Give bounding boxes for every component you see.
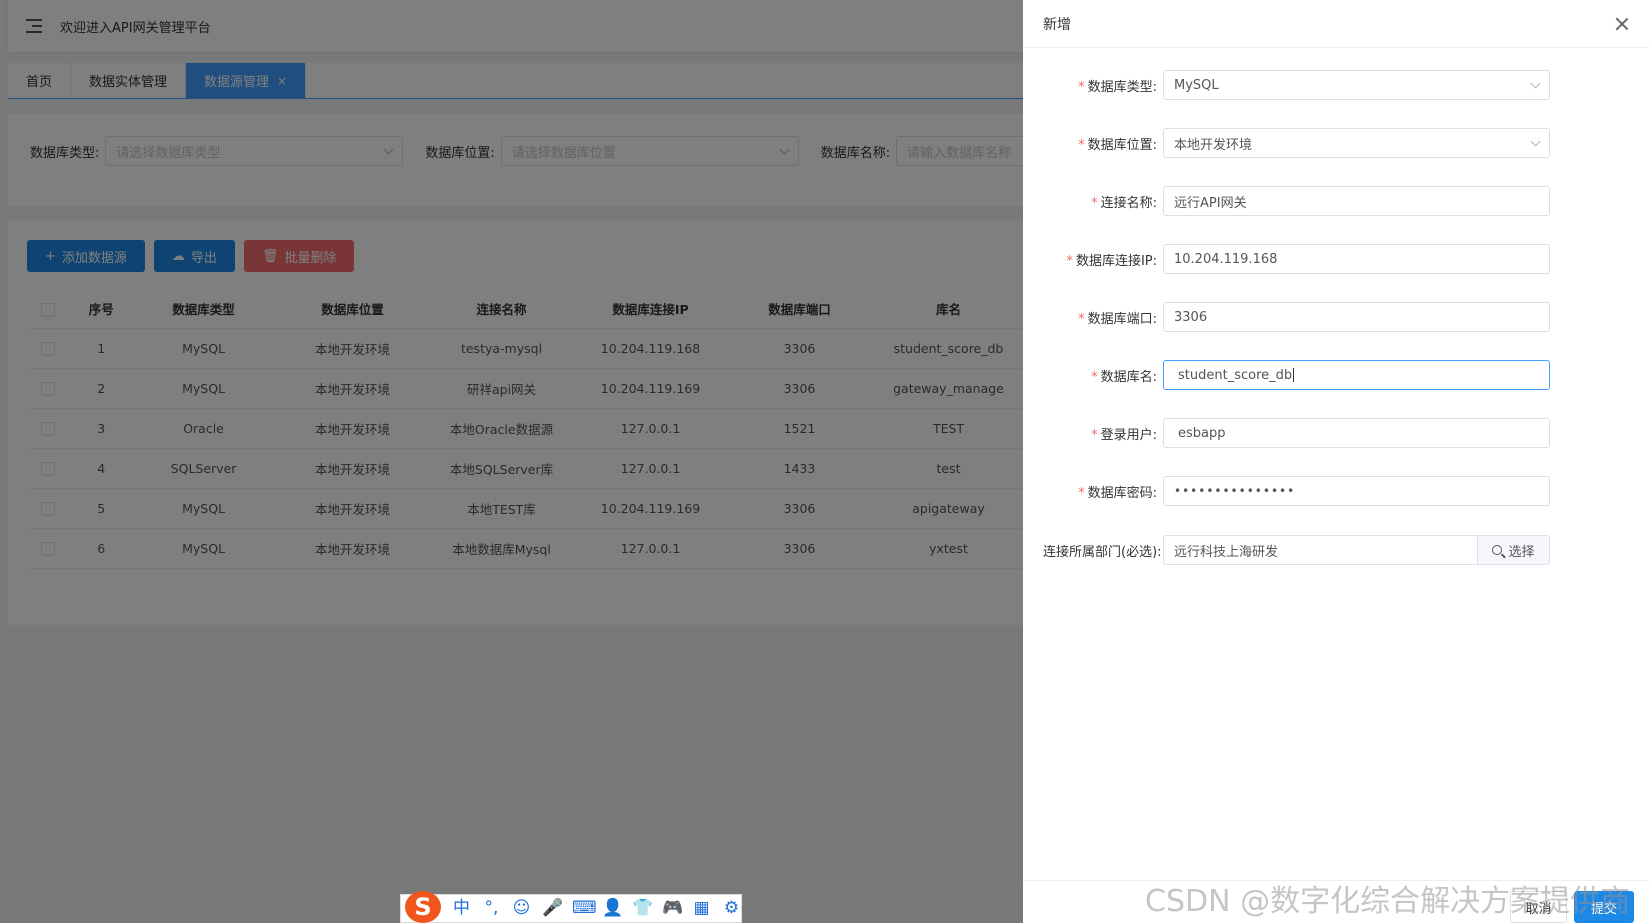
field-label: * 数据库位置: [1078,137,1157,153]
field-label: * 数据库类型: [1078,79,1157,95]
form-row-db-location: * 数据库位置: 本地开发环境 [1043,128,1575,158]
drawer-title: 新增 [1043,16,1071,33]
login-user-input[interactable]: esbapp [1163,418,1550,448]
password-mask: ••••••••••••••• [1174,484,1296,498]
db-port-input[interactable]: 3306 [1163,302,1550,332]
chinese-mode-icon[interactable]: 中 [452,900,471,917]
field-label: * 数据库名: [1091,369,1157,385]
emoji-icon[interactable]: ☺ [512,900,531,917]
db-password-input[interactable]: ••••••••••••••• [1163,476,1550,506]
sogou-logo-icon[interactable]: S [405,890,441,923]
add-datasource-drawer: 新增 * 数据库类型: MySQL * 数据库位置: 本地开发环境 * 连接名称: 远… [1023,0,1649,923]
microphone-icon[interactable]: 🎤 [542,900,563,917]
skin-icon[interactable]: 👕 [632,900,653,917]
text-caret [1293,368,1295,382]
chevron-down-icon [1530,78,1541,88]
form-row-db-port: * 数据库端口: 3306 [1043,302,1575,332]
form-row-db-ip: * 数据库连接IP: 10.204.119.168 [1043,244,1575,274]
dept-input[interactable]: 远行科技上海研发 [1163,535,1477,565]
field-label: * 数据库连接IP: [1066,253,1157,269]
db-name-input[interactable]: student_score_db [1163,360,1550,390]
db-ip-input[interactable]: 10.204.119.168 [1163,244,1550,274]
input-value: 3306 [1174,309,1208,325]
close-icon[interactable] [1615,17,1629,31]
form-row-db-name: * 数据库名: student_score_db [1043,360,1575,390]
punctuation-icon[interactable]: °, [482,900,501,917]
field-label: * 数据库端口: [1078,311,1157,327]
watermark: CSDN @数字化综合解决方案提供商 [1145,884,1631,919]
form-row-dept: 连接所属部门(必选): 远行科技上海研发 选择 [1043,535,1575,565]
chevron-down-icon [1530,136,1541,146]
field-label: 连接所属部门(必选): [1043,544,1162,560]
user-icon[interactable]: 👤 [602,900,623,917]
ime-toolbar: S 中 °, ☺ 🎤 ⌨ 👤 👕 🎮 ▦ ⚙ [400,890,742,923]
db-location-select[interactable]: 本地开发环境 [1163,128,1550,158]
settings-icon[interactable]: ⚙ [722,900,741,917]
button-label: 选择 [1508,544,1535,560]
field-label: * 连接名称: [1091,195,1157,211]
game-icon[interactable]: 🎮 [662,900,683,917]
input-value: student_score_db [1178,367,1295,383]
db-type-select[interactable]: MySQL [1163,70,1550,100]
select-value: MySQL [1174,77,1219,93]
input-value: 远行API网关 [1174,195,1247,211]
keyboard-icon[interactable]: ⌨ [572,900,597,917]
input-value: esbapp [1178,425,1226,441]
field-label: * 数据库密码: [1078,485,1157,501]
form-row-login-user: * 登录用户: esbapp [1043,418,1575,448]
input-value: 远行科技上海研发 [1174,544,1279,560]
search-icon [1492,545,1503,555]
form-row-db-password: * 数据库密码: ••••••••••••••• [1043,476,1575,506]
apps-icon[interactable]: ▦ [692,900,711,917]
input-value: 10.204.119.168 [1174,251,1278,267]
form-row-db-type: * 数据库类型: MySQL [1043,70,1575,100]
conn-name-input[interactable]: 远行API网关 [1163,186,1550,216]
select-value: 本地开发环境 [1174,137,1253,153]
field-label: * 登录用户: [1091,427,1157,443]
select-dept-button[interactable]: 选择 [1477,535,1550,565]
form-row-conn-name: * 连接名称: 远行API网关 [1043,186,1575,216]
